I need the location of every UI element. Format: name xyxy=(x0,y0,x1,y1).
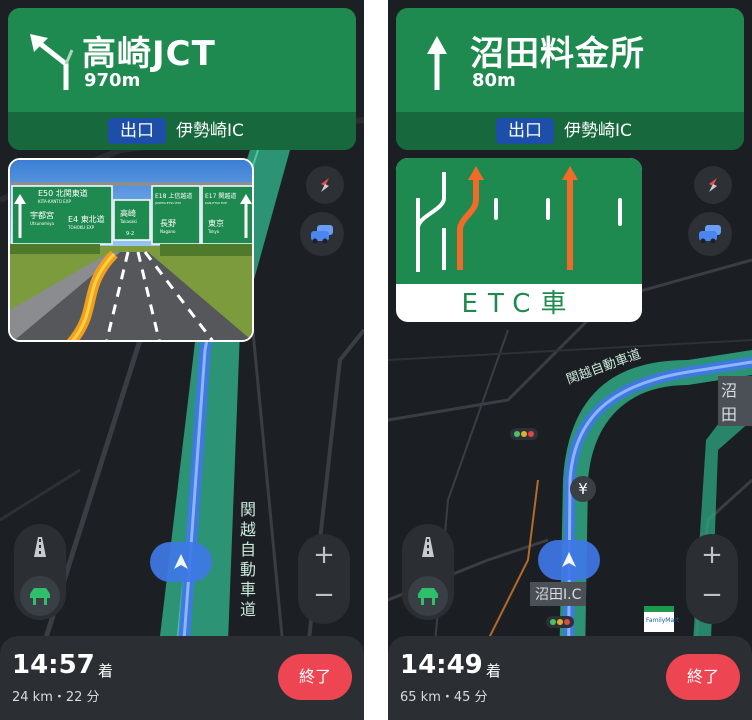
compass-button[interactable] xyxy=(694,166,732,204)
route-overview-icon xyxy=(418,588,438,605)
compass-icon xyxy=(709,178,717,192)
sign-text: E4 東北道 xyxy=(68,214,105,224)
trip-distance-duration: 24 km・22 分 xyxy=(12,690,100,705)
turn-left-arrow-icon xyxy=(30,34,74,90)
sign-text: KITA-KANTO EXP xyxy=(38,199,71,204)
zoom-control: + − xyxy=(298,534,350,624)
sign-text: E18 上信越道 xyxy=(155,192,192,200)
eta-suffix: 着 xyxy=(486,662,502,680)
sign-text: E17 関越道 xyxy=(205,192,236,200)
destination-label: 高崎JCT xyxy=(82,34,216,74)
zoom-control: + − xyxy=(686,534,738,624)
sign-text: Utsunomiya xyxy=(30,221,54,226)
etc-label: ETC車 xyxy=(462,289,577,319)
exit-name: 伊勢崎IC xyxy=(176,121,244,141)
place-label: 沼田 xyxy=(718,376,752,426)
sign-text: JOSHIN-ETSU EXP xyxy=(154,201,181,205)
exit-badge: 出口 xyxy=(108,118,166,144)
eta-time: 14:57 xyxy=(12,650,95,680)
route-overview-button[interactable] xyxy=(20,576,60,616)
compass-icon xyxy=(321,178,329,192)
view-mode-toggle xyxy=(402,524,454,620)
eta-time: 14:49 xyxy=(400,650,483,680)
traffic-car-icon xyxy=(311,225,333,244)
traffic-light-icon xyxy=(510,428,538,440)
destination-label: 沼田料金所 xyxy=(470,34,645,74)
sign-text: Nagano xyxy=(160,229,176,234)
zoom-in-button[interactable]: + xyxy=(298,540,350,570)
eta-suffix: 着 xyxy=(98,662,114,680)
zoom-out-button[interactable]: − xyxy=(298,580,350,610)
zoom-in-button[interactable]: + xyxy=(686,540,738,570)
traffic-button[interactable] xyxy=(688,212,732,256)
road-name-label: 関越自動車道 xyxy=(240,500,257,619)
current-location-marker xyxy=(538,540,600,580)
sign-text: KAN-ETSU EXP xyxy=(205,201,227,205)
sign-text: 9-2 xyxy=(126,231,134,237)
distance-label: 80m xyxy=(472,70,516,91)
navigation-screen-right: FamilyMart 関越自動車道 沼田 沼田I.C ¥ 沼田料金所 80m 出… xyxy=(388,0,752,720)
trip-distance-duration: 65 km・45 分 xyxy=(400,690,488,705)
sign-text: Takasaki xyxy=(119,219,137,224)
sign-text: 宇都宮 xyxy=(30,210,54,220)
view-mode-toggle xyxy=(14,524,66,620)
highway-view-icon[interactable] xyxy=(416,536,440,558)
route-overview-button[interactable] xyxy=(408,576,448,616)
traffic-light-icon xyxy=(546,616,574,628)
straight-arrow-icon xyxy=(427,36,447,90)
sign-text: 長野 xyxy=(160,219,176,228)
current-location-marker xyxy=(150,542,212,582)
etc-lane-guide: ETC車 xyxy=(396,158,642,322)
current-location-icon xyxy=(174,554,188,569)
exit-badge: 出口 xyxy=(496,118,554,144)
sign-text: TOHOKU EXP xyxy=(67,225,95,230)
route-overview-icon xyxy=(30,588,50,605)
sign-text: 東京 xyxy=(208,218,224,228)
end-navigation-button[interactable]: 終了 xyxy=(666,654,740,700)
distance-label: 970m xyxy=(84,70,141,91)
traffic-button[interactable] xyxy=(300,212,344,256)
guidance-banner[interactable]: 沼田料金所 80m 出口 伊勢崎IC xyxy=(396,8,744,150)
exit-name: 伊勢崎IC xyxy=(564,121,632,141)
end-navigation-button[interactable]: 終了 xyxy=(278,654,352,700)
zoom-out-button[interactable]: − xyxy=(686,580,738,610)
toll-yen-icon: ¥ xyxy=(570,476,596,502)
navigation-screen-left: 関越自動車道 高崎JCT 970m 出口 伊勢崎IC E50 北関東道 KITA… xyxy=(0,0,364,720)
store-label: FamilyMart xyxy=(646,617,680,624)
place-label: 沼田I.C xyxy=(530,582,587,606)
sign-text: Tokyo xyxy=(207,229,220,234)
compass-button[interactable] xyxy=(306,166,344,204)
guidance-banner[interactable]: 高崎JCT 970m 出口 伊勢崎IC xyxy=(8,8,356,150)
highway-view-icon[interactable] xyxy=(28,536,52,558)
sign-text: 高崎 xyxy=(120,208,136,218)
trip-summary-panel: 14:49 着 65 km・45 分 終了 xyxy=(388,636,752,720)
sign-text: E50 北関東道 xyxy=(38,188,88,198)
trip-summary-panel: 14:57 着 24 km・22 分 終了 xyxy=(0,636,364,720)
current-location-icon xyxy=(562,552,576,567)
junction-guide-image: E50 北関東道 KITA-KANTO EXP 宇都宮 Utsunomiya E… xyxy=(8,158,254,342)
traffic-car-icon xyxy=(699,225,721,244)
